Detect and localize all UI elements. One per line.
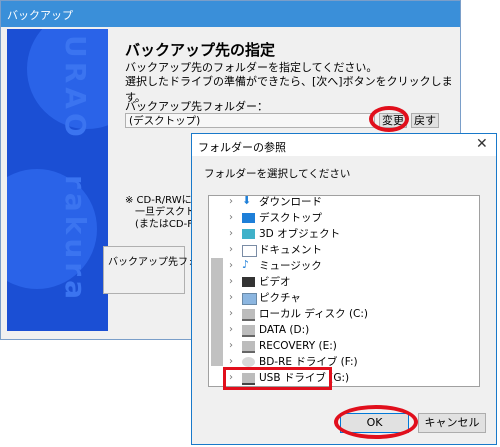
download-icon: ⬇ — [242, 195, 252, 207]
tree-item[interactable]: › ビデオ — [209, 274, 467, 290]
pictures-icon — [242, 293, 257, 305]
music-icon: ♪ — [242, 258, 250, 271]
ok-button-highlight — [334, 405, 418, 439]
tree-item-label: 3D オブジェクト — [259, 228, 341, 240]
dialog-titlebar[interactable]: フォルダーの参照 ✕ — [192, 134, 496, 156]
chevron-right-icon[interactable]: › — [229, 274, 233, 290]
chevron-right-icon[interactable]: › — [229, 322, 233, 338]
documents-icon — [242, 245, 257, 257]
browse-folder-dialog: フォルダーの参照 ✕ フォルダーを選択してください › ⬇ ダウンロード › デスクトッ… — [191, 133, 497, 445]
3d-objects-icon — [242, 229, 255, 239]
chevron-right-icon[interactable]: › — [229, 258, 233, 274]
page-title: バックアップ先の指定 — [125, 41, 276, 59]
tree-item-label: ドキュメント — [259, 244, 322, 256]
chevron-right-icon[interactable]: › — [229, 242, 233, 258]
cancel-button[interactable]: キャンセル — [418, 413, 486, 433]
change-button-highlight — [369, 106, 409, 132]
scrollbar-thumb[interactable] — [211, 258, 223, 366]
tree-item[interactable]: › 3D オブジェクト — [209, 226, 467, 242]
tree-item-label: ミュージック — [259, 260, 322, 272]
folder-tree[interactable]: › ⬇ ダウンロード › デスクトップ › 3D オブジェクト › ドキュメント › ♪ ミュージック… — [208, 195, 480, 387]
tree-item[interactable]: › ♪ ミュージック — [209, 258, 467, 274]
restore-button[interactable]: 戻す — [411, 113, 439, 128]
sidebar-brand-text-2: rakura — [59, 175, 92, 303]
tree-item[interactable]: › ⬇ ダウンロード — [209, 195, 467, 210]
tree-item[interactable]: › デスクトップ — [209, 210, 467, 226]
destination-groupbox: バックアップ先フォル — [103, 246, 208, 294]
close-icon[interactable]: ✕ — [476, 136, 488, 152]
desktop-icon — [242, 213, 255, 223]
drive-icon — [242, 309, 255, 321]
backup-window-title: バックアップ — [7, 9, 73, 22]
usb-drive-highlight — [223, 367, 332, 390]
tree-item[interactable]: › RECOVERY (E:) — [209, 338, 467, 354]
dialog-instruction: フォルダーを選択してください — [204, 168, 351, 180]
tree-item[interactable]: › ピクチャ — [209, 290, 467, 306]
optical-drive-icon — [242, 357, 255, 367]
tree-item-label: デスクトップ — [259, 212, 322, 224]
video-icon — [242, 277, 255, 287]
tree-item-label: DATA (D:) — [259, 324, 310, 336]
chevron-right-icon[interactable]: › — [229, 226, 233, 242]
sidebar-brand-panel: URAO rakura — [7, 29, 108, 331]
backup-window-titlebar[interactable]: バックアップ — [1, 1, 460, 27]
chevron-right-icon[interactable]: › — [229, 306, 233, 322]
sidebar-brand-text: URAO — [59, 35, 92, 141]
tree-item-label: RECOVERY (E:) — [259, 340, 337, 352]
chevron-right-icon[interactable]: › — [229, 338, 233, 354]
dialog-title: フォルダーの参照 — [198, 141, 286, 154]
tree-item-label: ダウンロード — [259, 196, 322, 208]
folder-label: バックアップ先フォルダー： — [125, 100, 268, 113]
tree-item-label: ピクチャ — [259, 292, 301, 304]
tree-item-label: ローカル ディスク (C:) — [259, 308, 369, 320]
tree-item[interactable]: › DATA (D:) — [209, 322, 467, 338]
chevron-right-icon[interactable]: › — [229, 210, 233, 226]
drive-icon — [242, 325, 255, 337]
tree-item[interactable]: › ドキュメント — [209, 242, 467, 258]
note-line-3: (またはCD-F — [135, 219, 193, 230]
tree-item[interactable]: › ローカル ディスク (C:) — [209, 306, 467, 322]
tree-item-label: ビデオ — [259, 276, 291, 288]
folder-path-field[interactable]: (デスクトップ) — [125, 113, 375, 128]
chevron-right-icon[interactable]: › — [229, 196, 233, 210]
chevron-right-icon[interactable]: › — [229, 290, 233, 306]
drive-icon — [242, 341, 255, 353]
